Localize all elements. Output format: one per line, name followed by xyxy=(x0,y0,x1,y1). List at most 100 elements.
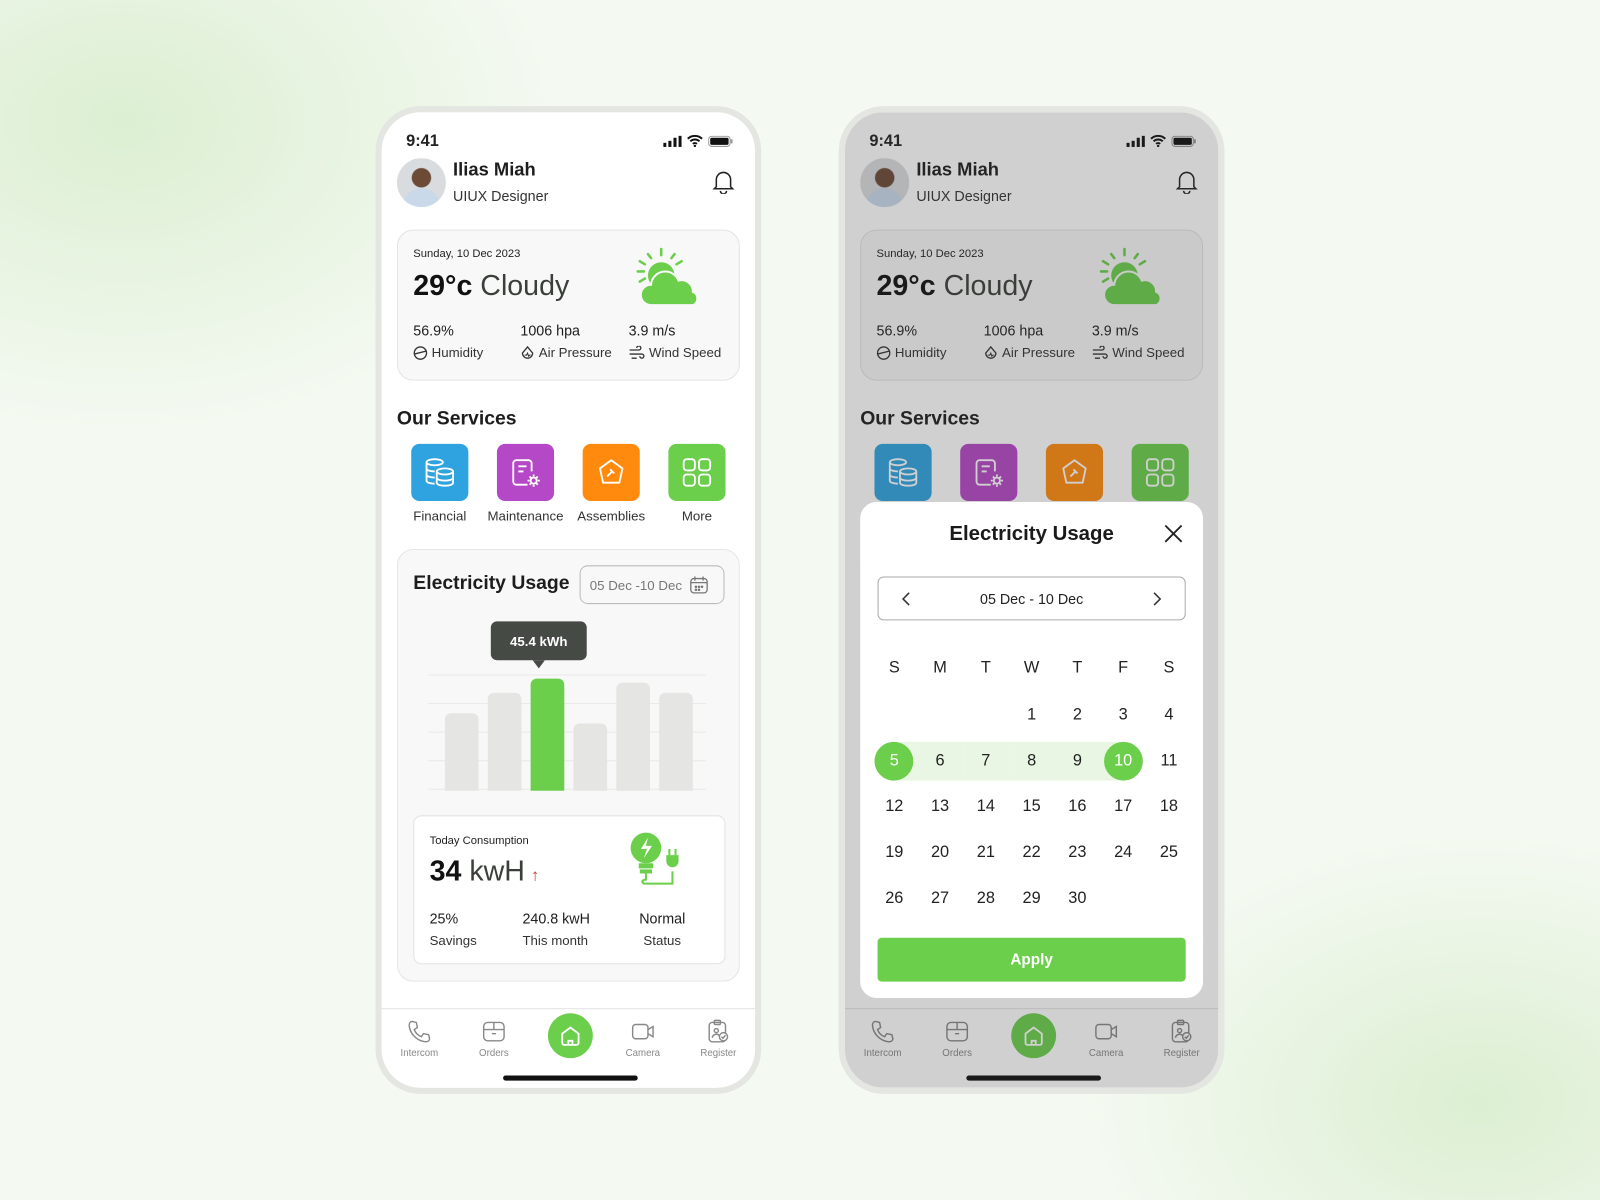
day-number: 16 xyxy=(1068,797,1087,815)
chevron-right-icon[interactable] xyxy=(1152,591,1162,606)
range-text: 05 Dec - 10 Dec xyxy=(979,590,1084,607)
day-number: 10 xyxy=(1103,741,1143,781)
box-icon xyxy=(482,1021,505,1042)
humidity-label: Humidity xyxy=(431,344,484,361)
calendar-icon xyxy=(690,576,709,594)
avatar[interactable] xyxy=(396,158,446,208)
apply-button[interactable]: Apply xyxy=(877,937,1186,982)
day-number: 24 xyxy=(1114,843,1133,861)
calendar-day[interactable]: 21 xyxy=(963,833,1009,872)
date-range-button[interactable]: 05 Dec -10 Dec xyxy=(579,565,725,605)
humidity-value: 56.9% xyxy=(413,322,454,339)
nav-register[interactable]: Register xyxy=(688,1019,749,1059)
status-value: Normal xyxy=(639,910,686,927)
usage-bar[interactable] xyxy=(530,678,565,791)
calendar-day[interactable]: 17 xyxy=(1100,787,1146,826)
calendar-day[interactable]: 18 xyxy=(1146,787,1192,826)
day-number xyxy=(921,695,960,734)
signal-icon xyxy=(663,135,682,147)
service-more[interactable]: More xyxy=(654,443,740,523)
home-indicator xyxy=(503,1075,638,1081)
calendar-day[interactable]: 24 xyxy=(1100,833,1146,872)
usage-bar[interactable] xyxy=(616,682,650,791)
calendar-day[interactable]: 29 xyxy=(1009,879,1055,918)
usage-bar[interactable] xyxy=(573,723,608,791)
calendar-day[interactable]: 23 xyxy=(1055,833,1101,872)
savings-label: Savings xyxy=(429,932,477,948)
service-label: Assemblies xyxy=(577,508,646,524)
nav-camera[interactable]: Camera xyxy=(612,1019,673,1059)
gridline xyxy=(428,674,707,676)
calendar-day[interactable]: 3 xyxy=(1100,695,1146,734)
calendar-day[interactable]: 2 xyxy=(1055,695,1101,734)
range-selector: 05 Dec - 10 Dec xyxy=(877,576,1186,621)
usage-tooltip: 45.4 kWh xyxy=(490,621,587,669)
day-number xyxy=(966,695,1005,734)
weekday-label: S xyxy=(888,659,900,677)
calendar-day[interactable]: 25 xyxy=(1146,833,1192,872)
clipboard-user-icon xyxy=(708,1019,729,1043)
nav-intercom[interactable]: Intercom xyxy=(389,1019,450,1059)
calendar-day[interactable]: 15 xyxy=(1009,787,1055,826)
bell-icon[interactable] xyxy=(712,169,735,194)
week-row: 5 6 7 8 9 10 11 xyxy=(871,738,1191,784)
calendar-day[interactable]: 16 xyxy=(1055,787,1101,826)
nav-home[interactable] xyxy=(547,1013,593,1059)
service-financial[interactable]: Financial xyxy=(397,443,483,523)
calendar-empty xyxy=(1146,879,1192,918)
chevron-left-icon[interactable] xyxy=(901,591,911,606)
calendar-day[interactable]: 14 xyxy=(963,787,1009,826)
day-number: 1 xyxy=(1027,705,1037,723)
temperature: 29°c xyxy=(413,269,473,302)
financial-tile[interactable] xyxy=(411,443,469,502)
calendar-day[interactable]: 19 xyxy=(871,833,917,872)
usage-bar[interactable] xyxy=(659,692,693,791)
day-number: 12 xyxy=(885,797,904,815)
calendar-day[interactable]: 4 xyxy=(1146,695,1192,734)
electricity-title: Electricity Usage xyxy=(413,572,570,594)
sheet-title: Electricity Usage xyxy=(949,522,1114,545)
air-pressure-icon xyxy=(521,345,534,359)
grid-icon xyxy=(682,458,712,487)
calendar-day[interactable]: 28 xyxy=(963,879,1009,918)
assemblies-tile[interactable] xyxy=(582,443,640,502)
calendar-day[interactable]: 11 xyxy=(1146,741,1192,780)
day-number: 6 xyxy=(935,751,945,769)
week-row: 12 13 14 15 16 17 18 xyxy=(871,784,1191,830)
close-icon[interactable] xyxy=(1164,524,1183,543)
calendar-day[interactable]: 8 xyxy=(1008,741,1055,781)
day-number: 19 xyxy=(885,843,904,861)
consumption-value: 34 xyxy=(429,855,462,887)
calendar-day[interactable]: 6 xyxy=(917,741,963,781)
day-number: 28 xyxy=(976,889,995,907)
calendar-day[interactable]: 7 xyxy=(962,741,1009,781)
calendar-day[interactable]: 5 xyxy=(871,741,918,781)
day-number: 25 xyxy=(1159,843,1179,861)
more-tile[interactable] xyxy=(668,443,726,502)
calendar-day[interactable]: 10 xyxy=(1100,741,1147,781)
maintenance-tile[interactable] xyxy=(496,443,555,502)
weather-temperature: 29°c Cloudy xyxy=(413,269,569,302)
wifi-icon xyxy=(687,134,703,147)
service-maintenance[interactable]: Maintenance xyxy=(483,443,569,523)
calendar-day[interactable]: 22 xyxy=(1009,833,1055,872)
calendar-empty xyxy=(917,695,963,734)
calendar-day[interactable]: 26 xyxy=(871,879,917,918)
calendar-day[interactable]: 20 xyxy=(917,833,963,872)
usage-bar[interactable] xyxy=(487,692,522,791)
service-assemblies[interactable]: Assemblies xyxy=(568,443,654,524)
calendar-day[interactable]: 12 xyxy=(871,787,917,826)
day-number: 26 xyxy=(885,889,904,907)
today-consumption-card: Today Consumption 34 kwH ↑ 25% Savings 24… xyxy=(413,815,726,965)
calendar-day[interactable]: 13 xyxy=(917,787,963,826)
user-name: Ilias Miah xyxy=(453,159,536,180)
day-number: 27 xyxy=(930,889,950,907)
calendar-day[interactable]: 9 xyxy=(1054,741,1101,781)
calendar-day[interactable]: 30 xyxy=(1055,879,1101,918)
nav-orders[interactable]: Orders xyxy=(463,1019,524,1059)
nav-label: Orders xyxy=(479,1047,509,1060)
usage-bar[interactable] xyxy=(444,713,479,791)
calendar-day[interactable]: 27 xyxy=(917,879,963,918)
calendar-day[interactable]: 1 xyxy=(1009,695,1055,734)
trend-up-icon: ↑ xyxy=(531,867,540,885)
